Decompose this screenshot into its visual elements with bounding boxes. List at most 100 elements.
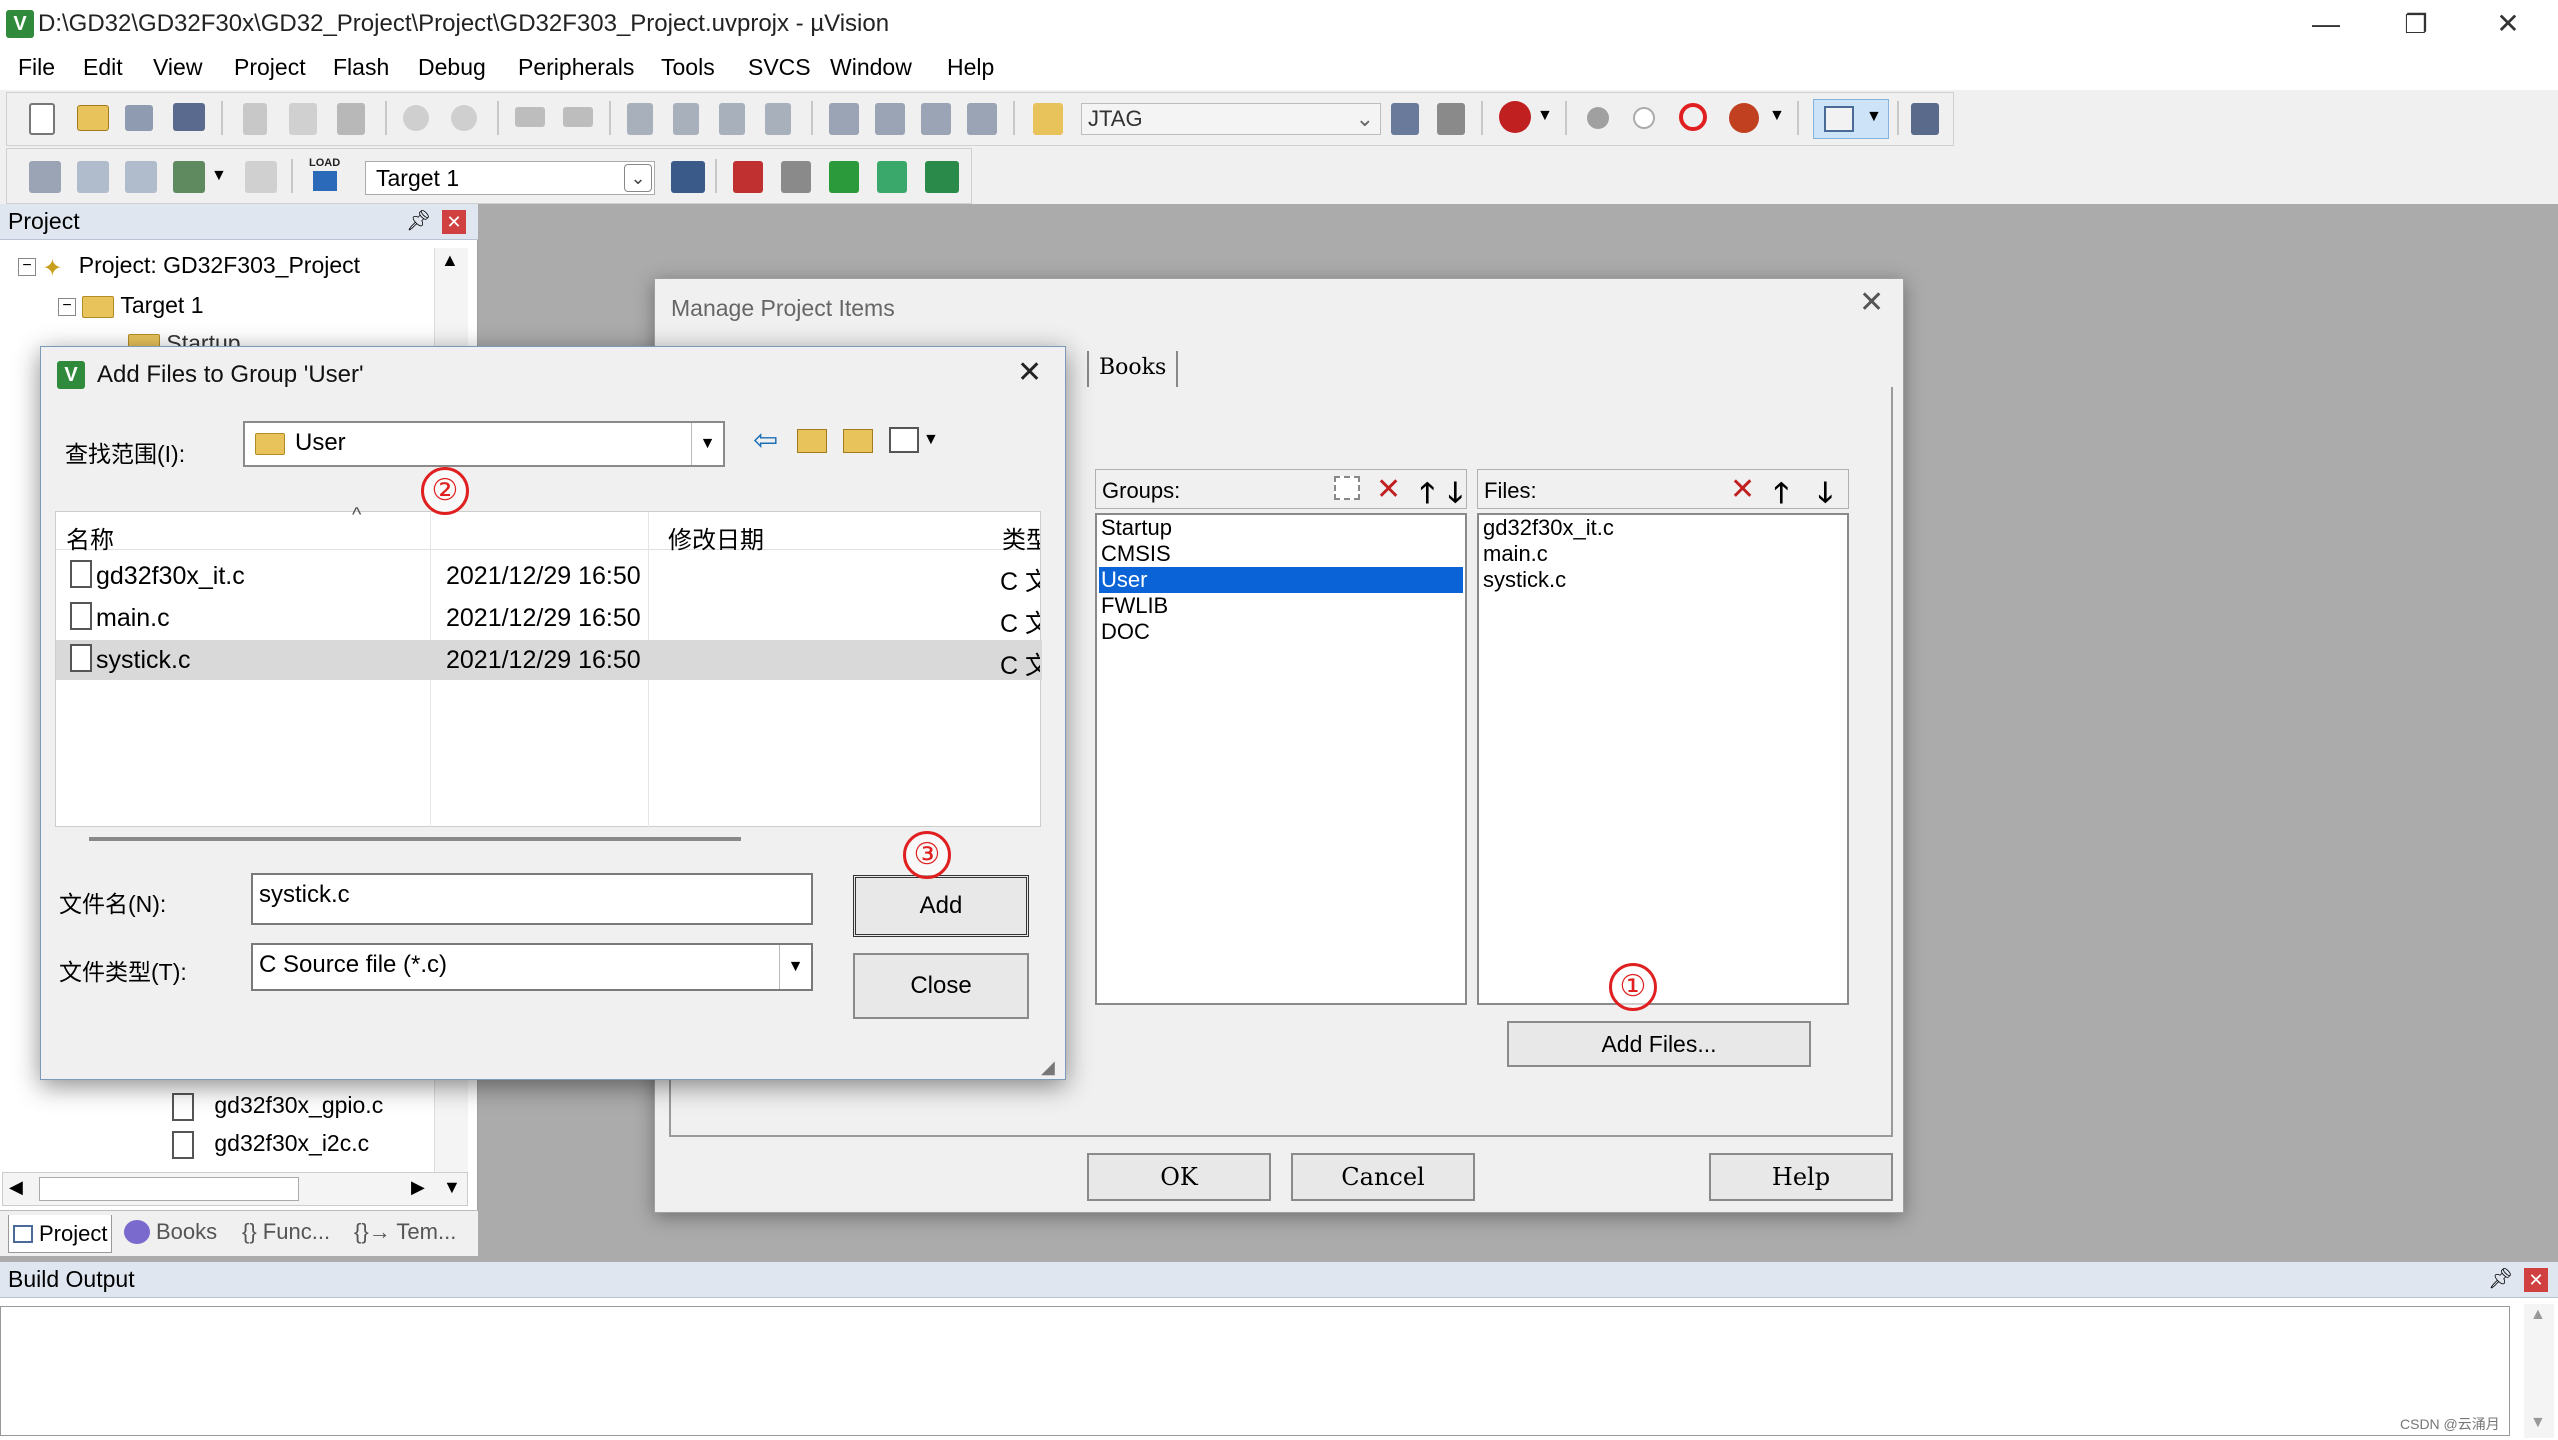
ok-button[interactable]: OK bbox=[1087, 1153, 1271, 1201]
menu-window[interactable]: Window bbox=[830, 54, 912, 81]
rebuild-icon[interactable] bbox=[125, 161, 157, 193]
menu-project[interactable]: Project bbox=[234, 54, 306, 81]
scroll-up-icon[interactable]: ▲ bbox=[441, 250, 459, 271]
manage-runtime-environment-icon[interactable] bbox=[925, 161, 959, 193]
file-item[interactable]: main.c bbox=[1483, 541, 1548, 567]
output-scrollbar[interactable]: ▲ ▼ bbox=[2524, 1304, 2554, 1438]
scroll-thumb[interactable] bbox=[39, 1177, 299, 1201]
view-dropdown-icon[interactable]: ▼ bbox=[923, 431, 939, 449]
translate-icon[interactable] bbox=[29, 161, 61, 193]
column-name[interactable]: 名称 bbox=[66, 520, 114, 555]
groups-list[interactable]: Startup CMSIS User FWLIB DOC bbox=[1095, 513, 1467, 1005]
disable-breakpoint-icon[interactable] bbox=[1633, 107, 1655, 129]
clear-bookmarks-icon[interactable] bbox=[765, 103, 791, 135]
pin-icon[interactable]: 📌︎ bbox=[406, 208, 431, 233]
group-item-user[interactable]: User bbox=[1101, 567, 1147, 593]
file-row-selected[interactable]: systick.c 2021/12/29 16:50 C 文 bbox=[56, 640, 1042, 680]
group-item-cmsis[interactable]: CMSIS bbox=[1101, 541, 1171, 567]
delete-file-icon[interactable]: ✕ bbox=[1730, 472, 1755, 507]
menu-view[interactable]: View bbox=[153, 54, 202, 81]
copy-icon[interactable] bbox=[289, 103, 317, 135]
build-output-text[interactable] bbox=[0, 1306, 2510, 1436]
start-debug-icon[interactable] bbox=[1499, 101, 1531, 133]
menu-svcs[interactable]: SVCS bbox=[748, 54, 811, 81]
filename-input[interactable]: systick.c bbox=[251, 873, 813, 925]
clear-breakpoints-icon[interactable] bbox=[1729, 103, 1759, 133]
new-folder-icon[interactable] bbox=[843, 429, 873, 453]
unindent-icon[interactable] bbox=[875, 103, 905, 135]
scroll-up-icon[interactable]: ▲ bbox=[2530, 1306, 2546, 1324]
tab-templates[interactable]: {}→ Tem... bbox=[354, 1219, 456, 1245]
tab-project[interactable]: Project bbox=[8, 1215, 113, 1253]
incremental-find-icon[interactable] bbox=[1391, 103, 1419, 135]
look-in-select[interactable]: User ▼ bbox=[243, 421, 725, 467]
manage-multi-project-icon[interactable] bbox=[781, 161, 811, 193]
source-browse-icon[interactable] bbox=[1437, 103, 1465, 135]
close-dialog-icon[interactable]: ✕ bbox=[1017, 355, 1042, 390]
navigate-back-icon[interactable] bbox=[515, 107, 545, 127]
menu-file[interactable]: File bbox=[18, 54, 55, 81]
manage-project-items-icon[interactable] bbox=[733, 161, 763, 193]
file-row[interactable]: main.c 2021/12/29 16:50 C 文 bbox=[56, 598, 1040, 638]
minimize-button[interactable]: — bbox=[2296, 6, 2356, 42]
file-list[interactable]: 名称 ^ 修改日期 类型 gd32f30x_it.c 2021/12/29 16… bbox=[55, 504, 1042, 828]
file-item[interactable]: gd32f30x_it.c bbox=[1483, 515, 1614, 541]
options-for-target-icon[interactable] bbox=[671, 161, 705, 193]
group-item-doc[interactable]: DOC bbox=[1101, 619, 1150, 645]
tree-target-node[interactable]: − Target 1 bbox=[58, 292, 203, 319]
tree-file-item[interactable]: gd32f30x_gpio.c bbox=[172, 1092, 383, 1121]
column-date[interactable]: 修改日期 bbox=[668, 520, 764, 555]
menu-edit[interactable]: Edit bbox=[83, 54, 123, 81]
add-files-button[interactable]: Add Files... bbox=[1507, 1021, 1811, 1067]
cancel-button[interactable]: Cancel bbox=[1291, 1153, 1475, 1201]
file-list-scrollbar[interactable] bbox=[89, 837, 741, 841]
comment-icon[interactable] bbox=[921, 103, 951, 135]
menu-peripherals[interactable]: Peripherals bbox=[518, 54, 634, 81]
menu-flash[interactable]: Flash bbox=[333, 54, 389, 81]
bookmark-icon[interactable] bbox=[627, 103, 653, 135]
redo-icon[interactable] bbox=[451, 105, 477, 131]
add-button[interactable]: Add bbox=[853, 875, 1029, 937]
help-button[interactable]: Help bbox=[1709, 1153, 1893, 1201]
back-arrow-icon[interactable]: ⇦ bbox=[753, 423, 778, 458]
up-folder-icon[interactable] bbox=[797, 429, 827, 453]
cut-icon[interactable] bbox=[243, 103, 267, 135]
tab-books[interactable]: Books bbox=[124, 1219, 217, 1245]
save-icon[interactable] bbox=[125, 105, 153, 131]
close-button[interactable]: Close bbox=[853, 953, 1029, 1019]
column-type[interactable]: 类型 bbox=[1002, 520, 1040, 555]
close-panel-icon[interactable]: ✕ bbox=[2524, 1268, 2548, 1292]
next-bookmark-icon[interactable] bbox=[719, 103, 745, 135]
file-item[interactable]: systick.c bbox=[1483, 567, 1566, 593]
files-list[interactable]: gd32f30x_it.c main.c systick.c bbox=[1477, 513, 1849, 1005]
uncomment-icon[interactable] bbox=[967, 103, 997, 135]
view-menu-icon[interactable] bbox=[889, 427, 919, 453]
new-file-icon[interactable] bbox=[29, 103, 55, 135]
horizontal-scrollbar[interactable]: ◀ ▶ ▼ bbox=[2, 1172, 468, 1206]
select-packs-icon[interactable] bbox=[829, 161, 859, 193]
menu-debug[interactable]: Debug bbox=[418, 54, 486, 81]
collapse-icon[interactable]: − bbox=[18, 257, 36, 276]
collapse-icon[interactable]: − bbox=[58, 297, 76, 316]
navigate-forward-icon[interactable] bbox=[563, 107, 593, 127]
debug-adapter-select[interactable]: JTAG ⌄ bbox=[1081, 103, 1381, 135]
indent-icon[interactable] bbox=[829, 103, 859, 135]
chevron-down-icon[interactable]: ▼ bbox=[691, 423, 723, 465]
configure-icon[interactable] bbox=[1911, 103, 1939, 135]
breakpoint-dropdown-icon[interactable]: ▼ bbox=[1769, 107, 1785, 125]
batch-dropdown-icon[interactable]: ▼ bbox=[211, 167, 227, 185]
close-dialog-icon[interactable]: ✕ bbox=[1859, 285, 1884, 320]
kill-breakpoints-icon[interactable] bbox=[1679, 103, 1707, 131]
debug-dropdown-icon[interactable]: ▼ bbox=[1537, 107, 1553, 125]
scroll-down-icon[interactable]: ▼ bbox=[2530, 1414, 2546, 1432]
find-in-files-icon[interactable] bbox=[1033, 103, 1063, 135]
tab-books[interactable]: Books bbox=[1087, 351, 1179, 387]
restore-button[interactable]: ❐ bbox=[2386, 6, 2446, 42]
batch-build-icon[interactable] bbox=[173, 161, 205, 193]
tree-project-node[interactable]: − ✦ Project: GD32F303_Project bbox=[18, 252, 360, 282]
file-row[interactable]: gd32f30x_it.c 2021/12/29 16:50 C 文 bbox=[56, 556, 1040, 596]
paste-icon[interactable] bbox=[337, 103, 365, 135]
window-layout-button[interactable]: ▼ bbox=[1813, 99, 1889, 139]
filetype-select[interactable]: C Source file (*.c) ▼ bbox=[251, 943, 813, 991]
stop-build-icon[interactable] bbox=[245, 161, 277, 193]
